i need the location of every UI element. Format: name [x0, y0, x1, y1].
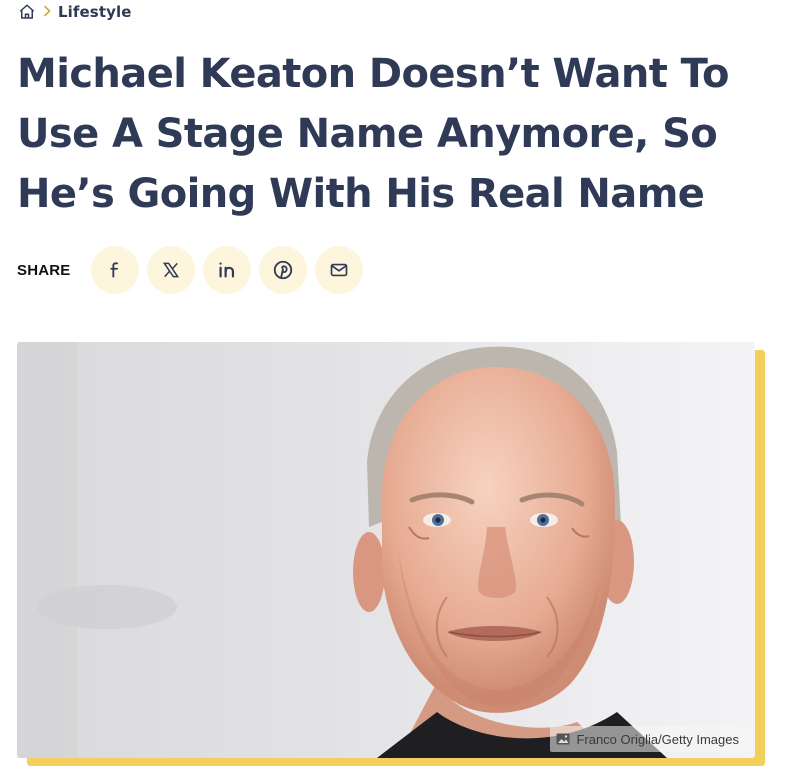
share-linkedin-button[interactable] [202, 246, 251, 294]
image-icon [556, 733, 570, 745]
share-bar: SHARE [17, 244, 371, 296]
share-label: SHARE [17, 261, 71, 279]
email-icon [329, 260, 349, 280]
facebook-icon [105, 260, 125, 280]
home-icon[interactable] [18, 3, 36, 21]
breadcrumb-lifestyle-link[interactable]: Lifestyle [58, 3, 132, 21]
share-pinterest-button[interactable] [258, 246, 307, 294]
linkedin-icon [216, 259, 238, 281]
share-x-button[interactable] [146, 246, 195, 294]
chevron-right-icon [43, 5, 51, 19]
share-email-button[interactable] [314, 246, 363, 294]
photo-credit-text: Franco Origlia/Getty Images [576, 731, 739, 747]
share-facebook-button[interactable] [90, 246, 139, 294]
hero-image[interactable]: Franco Origlia/Getty Images [17, 342, 755, 758]
hero-figure: Franco Origlia/Getty Images [17, 342, 765, 766]
pinterest-icon [272, 259, 294, 281]
x-icon [161, 260, 181, 280]
breadcrumb: Lifestyle [18, 2, 132, 22]
photo-credit: Franco Origlia/Getty Images [550, 726, 747, 752]
article-headline: Michael Keaton Doesn’t Want To Use A Sta… [17, 51, 729, 217]
